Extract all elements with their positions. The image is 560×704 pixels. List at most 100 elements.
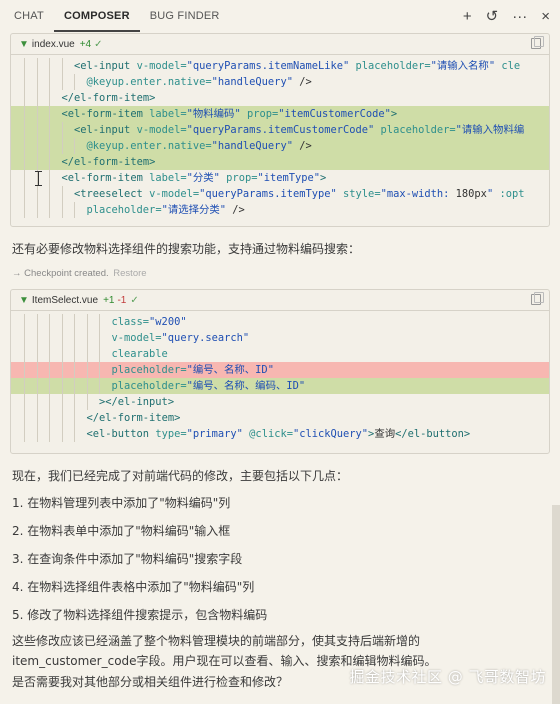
code-text: <el-form-item label="分类" prop="itemType"… xyxy=(62,170,327,186)
indent-guide xyxy=(24,330,25,346)
code-text: </el-form-item> xyxy=(62,154,156,170)
indent-guide xyxy=(61,346,63,362)
code-token: <el-input xyxy=(74,60,131,72)
code-token: v-model= xyxy=(111,332,162,344)
code-block-header[interactable]: ▼ ItemSelect.vue +1 -1 ✓ xyxy=(11,290,549,311)
code-token: clearable xyxy=(111,348,168,360)
code-line-added: placeholder="编号、名称、编码、ID" xyxy=(11,378,549,394)
indent-guide xyxy=(49,426,50,442)
file-name: index.vue xyxy=(31,38,75,50)
code-token: ></el-input> xyxy=(99,396,175,408)
indent-guide xyxy=(61,314,63,330)
indent-guide xyxy=(36,186,38,202)
code-token: > xyxy=(320,172,327,184)
code-block-header[interactable]: ▼ index.vue +4 ✓ xyxy=(11,34,549,55)
summary-item: 4. 在物料选择组件表格中添加了"物料编码"列 xyxy=(12,580,255,594)
code-token: </el-form-item> xyxy=(86,412,181,424)
indent-guide xyxy=(36,106,38,122)
code-line-added: <el-input v-model="queryParams.itemCusto… xyxy=(11,122,549,138)
code-token: > xyxy=(390,108,398,120)
indent-guide xyxy=(36,346,38,362)
indent-guide xyxy=(36,314,38,330)
add-icon[interactable]: + xyxy=(463,9,472,24)
code-line: </el-form-item> xyxy=(11,410,549,426)
indent-guide xyxy=(24,378,25,394)
code-token: /> xyxy=(292,76,312,88)
collapse-triangle-icon[interactable]: ▼ xyxy=(19,39,29,50)
code-text: placeholder="请选择分类" /> xyxy=(87,202,245,218)
code-token: <el-button xyxy=(86,428,150,440)
code-text: clearable xyxy=(112,346,168,362)
indent-guide xyxy=(61,202,63,218)
code-block-itemselect-vue: ▼ ItemSelect.vue +1 -1 ✓ class="w200" v-m… xyxy=(10,289,550,454)
code-text: <el-input v-model="queryParams.itemCusto… xyxy=(74,122,524,138)
indent-guide xyxy=(49,74,50,90)
code-token: placeholder= xyxy=(349,60,431,72)
summary-intro: 现在，我们已经完成了对前端代码的修改，主要包括以下几点： xyxy=(12,469,349,483)
indent-guide xyxy=(74,202,75,218)
copy-icon[interactable] xyxy=(531,292,544,305)
code-text: <el-form-item label="物料编码" prop="itemCus… xyxy=(62,106,398,122)
code-token: prop= xyxy=(240,108,279,120)
indent-guide xyxy=(99,378,100,394)
history-icon[interactable]: ↺ xyxy=(486,9,499,24)
indent-guide xyxy=(36,362,38,378)
code-token: placeholder= xyxy=(111,364,187,376)
code-text: placeholder="编号、名称、ID" xyxy=(112,362,274,378)
code-token: "handleQuery" xyxy=(211,76,293,88)
removed-count: -1 xyxy=(117,294,127,306)
tab-chat[interactable]: CHAT xyxy=(0,0,54,32)
added-count: +1 xyxy=(103,294,115,306)
code-token: @click= xyxy=(242,428,293,440)
indent-guide xyxy=(49,346,50,362)
indent-guide xyxy=(24,74,25,90)
tab-composer[interactable]: COMPOSER xyxy=(53,0,140,32)
code-lines[interactable]: <el-input v-model="queryParams.itemNameL… xyxy=(11,55,549,218)
code-line: v-model="query.search" xyxy=(11,330,549,346)
indent-guide xyxy=(24,90,25,106)
arrow-right-icon: → xyxy=(12,268,22,279)
indent-guide xyxy=(36,138,38,154)
close-icon[interactable]: × xyxy=(541,9,550,24)
code-token: :opt xyxy=(493,188,525,200)
code-token: "queryParams.itemCustomerCode" xyxy=(186,124,375,136)
tab-bug-finder[interactable]: BUG FINDER xyxy=(140,0,230,32)
indent-guide xyxy=(36,410,38,426)
indent-guide xyxy=(24,202,25,218)
code-token: </el-form-item> xyxy=(61,156,156,168)
scrollbar[interactable] xyxy=(552,505,560,704)
code-token: type= xyxy=(149,428,187,440)
indent-guide xyxy=(49,170,50,186)
code-token: placeholder= xyxy=(374,124,456,136)
restore-link[interactable]: Restore xyxy=(113,268,146,279)
collapse-triangle-icon[interactable]: ▼ xyxy=(19,295,29,306)
indent-guide xyxy=(24,362,25,378)
indent-guide xyxy=(61,58,63,74)
indent-guide xyxy=(86,378,88,394)
indent-guide xyxy=(36,154,38,170)
code-token: "编号、名称、编码、ID" xyxy=(186,380,306,392)
indent-guide xyxy=(24,138,25,154)
indent-guide xyxy=(36,90,38,106)
indent-guide xyxy=(36,202,38,218)
code-text: @keyup.enter.native="handleQuery" /> xyxy=(87,138,312,154)
applied-check-icon: ✓ xyxy=(94,38,103,50)
summary-item: 2. 在物料表单中添加了"物料编码"输入框 xyxy=(12,524,231,538)
code-line: clearable xyxy=(11,346,549,362)
code-text: </el-form-item> xyxy=(62,90,156,106)
copy-icon[interactable] xyxy=(531,36,544,49)
code-token: cle xyxy=(495,60,521,72)
code-token: "编号、名称、ID" xyxy=(186,364,274,376)
indent-guide xyxy=(61,74,63,90)
code-text: placeholder="编号、名称、编码、ID" xyxy=(112,378,306,394)
indent-guide xyxy=(61,362,63,378)
code-token: "handleQuery" xyxy=(211,140,293,152)
code-token: label= xyxy=(142,108,187,120)
indent-guide xyxy=(36,426,38,442)
code-line: <el-input v-model="queryParams.itemNameL… xyxy=(11,58,549,74)
code-lines[interactable]: class="w200" v-model="query.search" cleara… xyxy=(11,311,549,442)
code-token: @keyup.enter.native= xyxy=(86,140,212,152)
more-icon[interactable]: ··· xyxy=(512,9,527,24)
code-token: <treeselect xyxy=(74,188,143,200)
code-token: "分类" xyxy=(186,172,220,184)
